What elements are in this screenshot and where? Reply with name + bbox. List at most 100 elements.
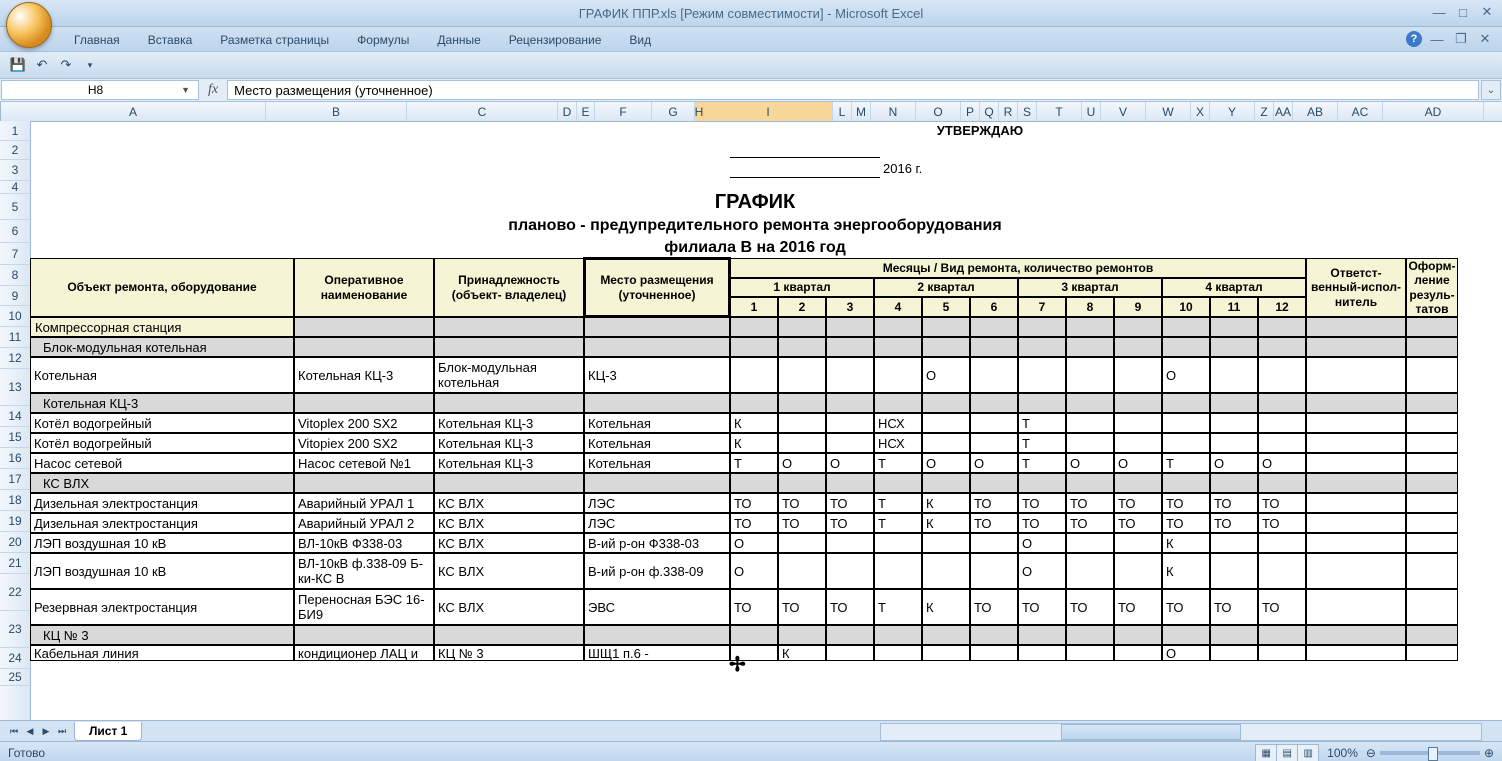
row-22-m4[interactable] xyxy=(874,553,922,589)
fx-icon[interactable]: fx xyxy=(208,82,218,98)
row-20-b[interactable]: Аварийный УРАЛ 2 xyxy=(294,513,434,533)
row-25-m12[interactable] xyxy=(1258,645,1306,661)
row-19-m12[interactable]: ТО xyxy=(1258,493,1306,513)
row-header-22[interactable]: 22 xyxy=(0,574,30,611)
row-19-c[interactable]: КС ВЛХ xyxy=(434,493,584,513)
header-q4[interactable]: 4 квартал xyxy=(1162,278,1306,297)
row-header-23[interactable]: 23 xyxy=(0,611,30,648)
row-20-m8[interactable]: ТО xyxy=(1066,513,1114,533)
row-16-a[interactable]: Котёл водогрейный xyxy=(30,433,294,453)
col-header-S[interactable]: S xyxy=(1018,102,1037,121)
row-19-m1[interactable]: ТО xyxy=(730,493,778,513)
row-25-m9[interactable] xyxy=(1114,645,1162,661)
row-17-m10[interactable]: Т xyxy=(1162,453,1210,473)
row-13-m5[interactable]: О xyxy=(922,357,970,393)
row-15-m1[interactable]: К xyxy=(730,413,778,433)
row-16-m4[interactable]: НСХ xyxy=(874,433,922,453)
minimize-button[interactable]: — xyxy=(1430,4,1448,20)
sheet-tab-1[interactable]: Лист 1 xyxy=(74,722,142,741)
col-header-V[interactable]: V xyxy=(1101,102,1146,121)
row-25-d[interactable]: ШЩ1 п.6 - xyxy=(584,645,730,661)
row-23-m6[interactable]: ТО xyxy=(970,589,1018,625)
row-20-m3[interactable]: ТО xyxy=(826,513,874,533)
row-22-m11[interactable] xyxy=(1210,553,1258,589)
row-20-d[interactable]: ЛЭС xyxy=(584,513,730,533)
row-13-d[interactable]: КЦ-3 xyxy=(584,357,730,393)
tab-data[interactable]: Данные xyxy=(423,29,494,51)
tab-next-icon[interactable]: ▶ xyxy=(38,723,54,739)
office-orb-button[interactable] xyxy=(6,2,52,48)
row-20-a[interactable]: Дизельная электростанция xyxy=(30,513,294,533)
row-16-b[interactable]: Vitopiex 200 SX2 xyxy=(294,433,434,453)
row-header-17[interactable]: 17 xyxy=(0,469,30,490)
row-21-m12[interactable] xyxy=(1258,533,1306,553)
row-20-m9[interactable]: ТО xyxy=(1114,513,1162,533)
col-header-Z[interactable]: Z xyxy=(1255,102,1274,121)
view-normal-button[interactable]: ▦ xyxy=(1255,744,1277,761)
row-21-m8[interactable] xyxy=(1066,533,1114,553)
tab-formulas[interactable]: Формулы xyxy=(343,29,423,51)
header-object[interactable]: Объект ремонта, оборудование xyxy=(30,258,294,317)
col-header-N[interactable]: N xyxy=(871,102,916,121)
row-23-m8[interactable]: ТО xyxy=(1066,589,1114,625)
zoom-track[interactable] xyxy=(1380,751,1480,755)
row-20-m7[interactable]: ТО xyxy=(1018,513,1066,533)
row-22-m6[interactable] xyxy=(970,553,1018,589)
row-25-m1[interactable] xyxy=(730,645,778,661)
maximize-button[interactable]: □ xyxy=(1454,4,1472,20)
row-header-9[interactable]: 9 xyxy=(0,286,30,306)
header-m10[interactable]: 10 xyxy=(1162,297,1210,317)
row-13-m8[interactable] xyxy=(1066,357,1114,393)
row-13-m12[interactable] xyxy=(1258,357,1306,393)
header-m11[interactable]: 11 xyxy=(1210,297,1258,317)
header-m4[interactable]: 4 xyxy=(874,297,922,317)
row-15-d[interactable]: Котельная xyxy=(584,413,730,433)
row-15-m4[interactable]: НСХ xyxy=(874,413,922,433)
row-17-m4[interactable]: Т xyxy=(874,453,922,473)
row-17-a[interactable]: Насос сетевой xyxy=(30,453,294,473)
row-header-15[interactable]: 15 xyxy=(0,427,30,448)
row-header-6[interactable]: 6 xyxy=(0,220,30,243)
row-17-m7[interactable]: Т xyxy=(1018,453,1066,473)
header-form[interactable]: Оформ-ление резуль-татов xyxy=(1406,258,1458,317)
row-21-b[interactable]: ВЛ-10кВ Ф338-03 xyxy=(294,533,434,553)
col-header-E[interactable]: E xyxy=(577,102,595,121)
row-17-m8[interactable]: О xyxy=(1066,453,1114,473)
row-header-18[interactable]: 18 xyxy=(0,490,30,511)
col-header-F[interactable]: F xyxy=(595,102,652,121)
row-22-m3[interactable] xyxy=(826,553,874,589)
header-oper[interactable]: Оперативное наименование xyxy=(294,258,434,317)
title-2[interactable]: планово - предупредительного ремонта эне… xyxy=(30,215,1480,237)
row-17-m12[interactable]: О xyxy=(1258,453,1306,473)
row-19-a[interactable]: Дизельная электростанция xyxy=(30,493,294,513)
row-22-c[interactable]: КС ВЛХ xyxy=(434,553,584,589)
row-25-m11[interactable] xyxy=(1210,645,1258,661)
col-header-A[interactable]: A xyxy=(1,102,266,121)
row-16-m1[interactable]: К xyxy=(730,433,778,453)
row-19-m5[interactable]: К xyxy=(922,493,970,513)
year-text[interactable]: 2016 г. xyxy=(880,158,1080,178)
row-19-m10[interactable]: ТО xyxy=(1162,493,1210,513)
row-25-c[interactable]: КЦ № 3 xyxy=(434,645,584,661)
row-16-m10[interactable] xyxy=(1162,433,1210,453)
row-23-b[interactable]: Переносная БЭС 16-БИ9 xyxy=(294,589,434,625)
row-13-c[interactable]: Блок-модульная котельная xyxy=(434,357,584,393)
tab-home[interactable]: Главная xyxy=(60,29,134,51)
col-header-Y[interactable]: Y xyxy=(1210,102,1255,121)
row-17-c[interactable]: Котельная КЦ-3 xyxy=(434,453,584,473)
row-23-c[interactable]: КС ВЛХ xyxy=(434,589,584,625)
row-21-d[interactable]: В-ий р-он Ф338-03 xyxy=(584,533,730,553)
row-22-b[interactable]: ВЛ-10кВ ф.338-09 Б-ки-КС В xyxy=(294,553,434,589)
row-15-a[interactable]: Котёл водогрейный xyxy=(30,413,294,433)
row-19-m7[interactable]: ТО xyxy=(1018,493,1066,513)
row-23-m12[interactable]: ТО xyxy=(1258,589,1306,625)
row-header-8[interactable]: 8 xyxy=(0,265,30,286)
horizontal-scroll-thumb[interactable] xyxy=(1061,724,1241,740)
row-header-25[interactable]: 25 xyxy=(0,669,30,686)
row-20-m12[interactable]: ТО xyxy=(1258,513,1306,533)
header-m3[interactable]: 3 xyxy=(826,297,874,317)
row-22-m10[interactable]: К xyxy=(1162,553,1210,589)
name-box[interactable]: H8 ▼ xyxy=(1,80,199,100)
row-20-m4[interactable]: Т xyxy=(874,513,922,533)
row-header-20[interactable]: 20 xyxy=(0,532,30,553)
